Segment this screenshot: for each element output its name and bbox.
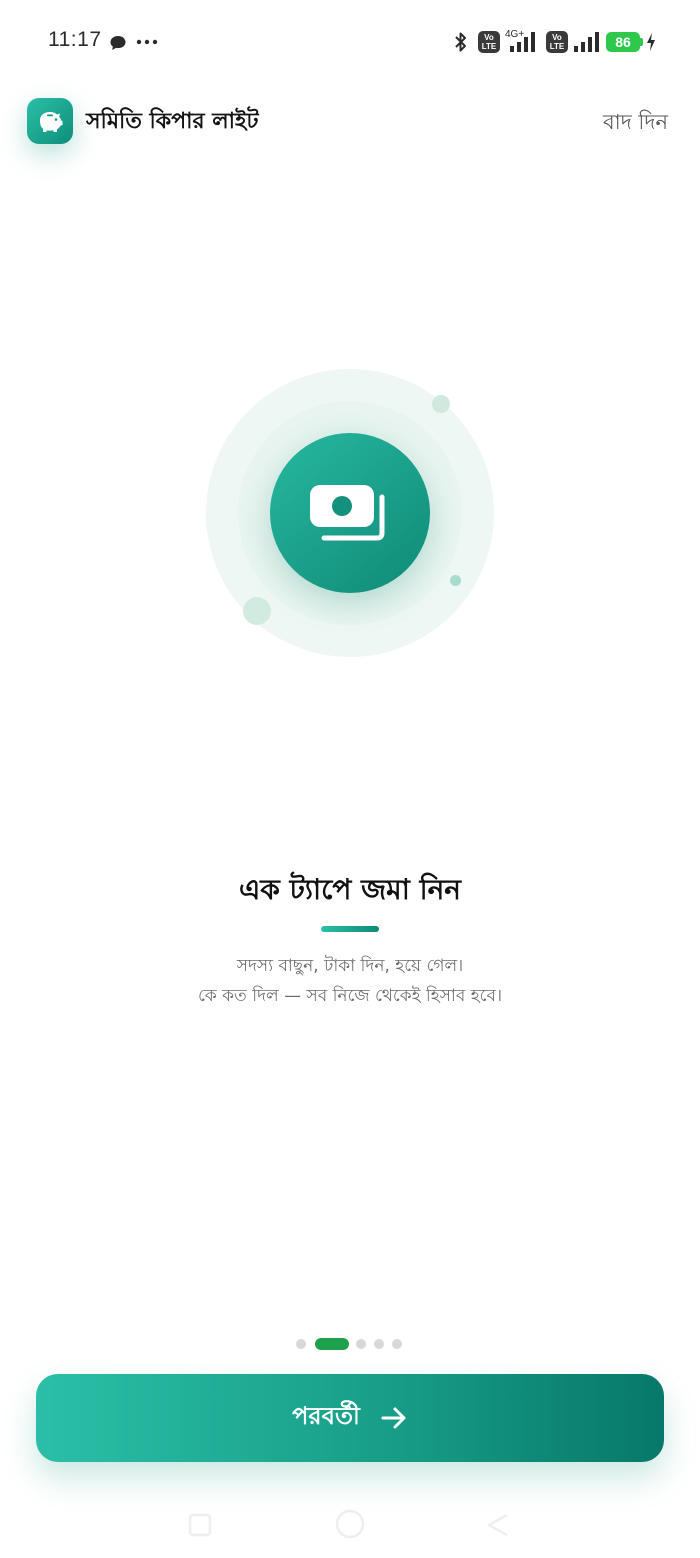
hero-badge bbox=[270, 433, 430, 593]
slide-description-line-1: সদস্য বাছুন, টাকা দিন, হয়ে গেল। bbox=[236, 956, 464, 976]
title-underline bbox=[321, 926, 379, 932]
page-dot-active bbox=[315, 1338, 349, 1350]
onboarding-screen: 11:17 Vo LTE 4G+ Vo LTE 86 সমিতি কিপার ল… bbox=[0, 0, 700, 1558]
more-dots-icon bbox=[136, 39, 158, 45]
page-dot bbox=[356, 1339, 366, 1349]
cash-stack-icon bbox=[310, 485, 385, 541]
hero-illustration bbox=[206, 369, 494, 657]
volte-label-bottom: LTE bbox=[481, 42, 497, 51]
piggy-bank-icon bbox=[40, 112, 63, 132]
volte-label-bottom: LTE bbox=[549, 42, 565, 51]
slide-title: এক ট্যাপে জমা নিন bbox=[238, 873, 462, 906]
decor-dot bbox=[243, 597, 271, 625]
skip-button[interactable]: বাদ দিন bbox=[603, 106, 668, 141]
battery-icon: 86 bbox=[606, 32, 640, 52]
arrow-right-icon bbox=[381, 1407, 406, 1429]
slide-description-line-2: কে কত দিল — সব নিজে থেকেই হিসাব হবে। bbox=[197, 986, 503, 1006]
status-time: 11:17 bbox=[48, 28, 102, 51]
volte-label-top: Vo bbox=[484, 33, 494, 42]
decor-dot bbox=[432, 395, 450, 413]
home-icon[interactable] bbox=[334, 1508, 366, 1540]
bluetooth-icon bbox=[455, 32, 466, 52]
battery-nub bbox=[640, 38, 643, 46]
back-icon[interactable] bbox=[485, 1512, 511, 1538]
system-nav-bar bbox=[0, 1500, 700, 1558]
page-dot bbox=[392, 1339, 402, 1349]
next-button-label: পরবর্তী bbox=[292, 1402, 360, 1430]
signal-icon bbox=[574, 32, 599, 52]
recent-apps-icon[interactable] bbox=[187, 1512, 213, 1538]
app-title: সমিতি কিপার লাইট bbox=[86, 109, 259, 134]
decor-dot bbox=[450, 575, 461, 586]
page-indicator bbox=[296, 1338, 406, 1350]
signal-icon bbox=[510, 32, 535, 52]
page-dot bbox=[374, 1339, 384, 1349]
next-button[interactable]: পরবর্তী bbox=[36, 1374, 664, 1462]
page-dot bbox=[296, 1339, 306, 1349]
charging-icon bbox=[647, 33, 655, 51]
slide-description: সদস্য বাছুন, টাকা দিন, হয়ে গেল। কে কত দ… bbox=[0, 951, 700, 1011]
volte-icon: Vo LTE bbox=[546, 31, 568, 53]
chat-bubble-icon bbox=[110, 36, 126, 50]
volte-icon: Vo LTE bbox=[478, 31, 500, 53]
volte-label-top: Vo bbox=[552, 33, 562, 42]
status-bar: 11:17 Vo LTE 4G+ Vo LTE 86 bbox=[0, 0, 700, 84]
app-logo bbox=[27, 98, 73, 144]
